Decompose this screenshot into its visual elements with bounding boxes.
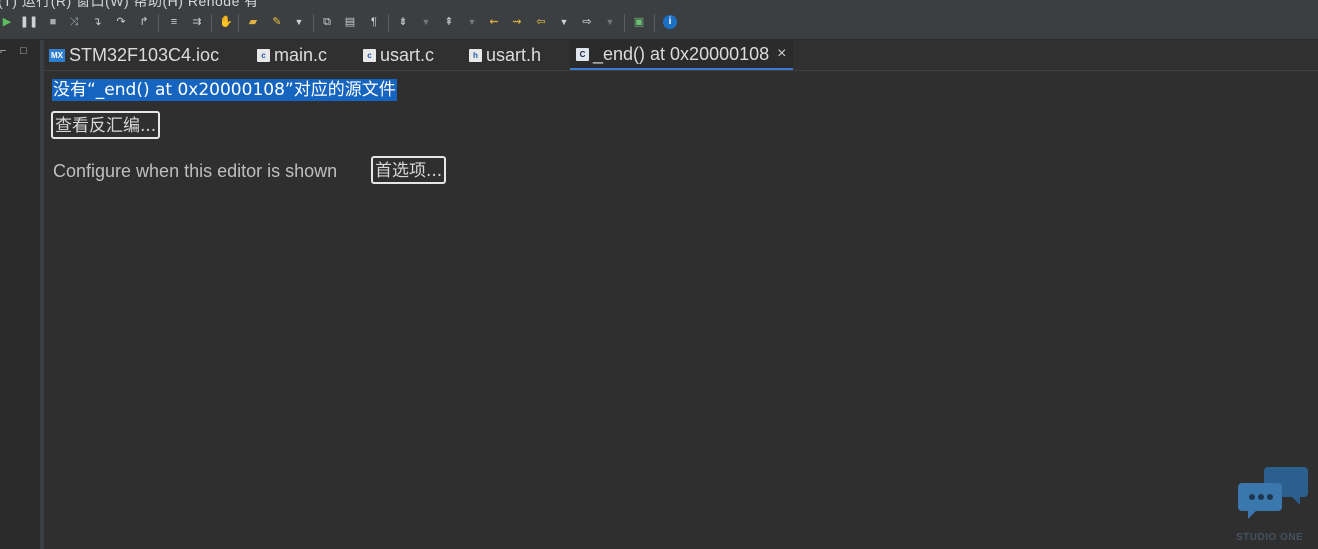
- dropdown-icon[interactable]: ▼: [603, 15, 617, 29]
- tab-stm32-ioc[interactable]: MX STM32F103C4.ioc: [49, 40, 219, 70]
- watermark-logo: STUDIO ONE: [1236, 465, 1310, 543]
- view-disassembly-button[interactable]: 查看反汇编...: [51, 111, 161, 139]
- left-gutter: ⌐ □: [0, 40, 44, 549]
- toolbar-separator: [211, 14, 212, 32]
- dropdown-icon[interactable]: ▼: [465, 15, 479, 29]
- watermark-text: STUDIO ONE: [1236, 532, 1304, 543]
- last-edit-icon[interactable]: ⇜: [487, 15, 501, 29]
- editor-area: 没有“_end() at 0x20000108”对应的源文件 查看反汇编... …: [44, 71, 1318, 549]
- disconnect-icon[interactable]: ⤨: [67, 15, 81, 29]
- tab-usart-c[interactable]: c usart.c: [363, 40, 434, 70]
- copy-icon[interactable]: ⧉: [320, 15, 334, 29]
- chat-bubble-icon: [1238, 467, 1308, 519]
- pilcrow-icon[interactable]: ¶: [367, 15, 381, 29]
- toolbar-separator: [654, 14, 655, 32]
- toolbar-separator: [238, 14, 239, 32]
- tab-label: main.c: [274, 44, 328, 65]
- forward-icon[interactable]: ⇨: [580, 15, 594, 29]
- external-tools-icon[interactable]: ▣: [632, 15, 646, 29]
- prev-annotation-icon[interactable]: ⇞: [442, 15, 456, 29]
- step-into-icon[interactable]: ↴: [90, 15, 104, 29]
- c-file-icon: c: [363, 48, 376, 62]
- next-annotation-icon[interactable]: ⇝: [510, 15, 524, 29]
- c-source-icon: C: [576, 47, 589, 61]
- hand-icon[interactable]: ✋: [219, 15, 233, 29]
- toolbar: ▶ ❚❚ ■ ⤨ ↴ ↷ ↱ ≡ ⇉ ✋ ▰ ✎ ▼ ⧉ ▤ ¶ ⇟ ▼ ⇞ ▼…: [0, 9, 1318, 40]
- open-file-icon[interactable]: ▰: [246, 15, 260, 29]
- close-icon[interactable]: ×: [777, 45, 786, 63]
- configure-text: Configure when this editor is shown: [53, 161, 338, 181]
- tab-label: usart.h: [486, 44, 542, 65]
- editor-tab-bar: MX STM32F103C4.ioc c main.c c usart.c h …: [44, 40, 1318, 71]
- step-over-icon[interactable]: ↷: [114, 15, 128, 29]
- minimize-icon[interactable]: ⌐: [0, 45, 6, 57]
- drop-to-frame-icon[interactable]: ≡: [167, 15, 181, 29]
- pencil-icon[interactable]: ✎: [270, 15, 284, 29]
- c-file-icon: c: [257, 48, 270, 62]
- preferences-button[interactable]: 首选项...: [371, 156, 447, 184]
- dropdown-icon[interactable]: ▼: [557, 15, 571, 29]
- resume-icon[interactable]: ▶: [0, 15, 14, 29]
- menu-bar-text[interactable]: (T) 运行(R) 窗口(W) 帮助(H) Renode 有: [0, 0, 259, 9]
- suspend-icon[interactable]: ❚❚: [20, 15, 38, 29]
- terminate-icon[interactable]: ■: [46, 15, 60, 29]
- toolbar-separator: [388, 14, 389, 32]
- tab-label: usart.c: [380, 44, 435, 65]
- tab-end-disassembly[interactable]: C _end() at 0x20000108 ×: [570, 40, 793, 70]
- mx-icon: MX: [49, 48, 65, 62]
- no-source-message: 没有“_end() at 0x20000108”对应的源文件: [52, 79, 397, 101]
- dropdown-icon[interactable]: ▼: [419, 15, 433, 29]
- annotation-icon[interactable]: ⇟: [396, 15, 410, 29]
- maximize-icon[interactable]: □: [20, 45, 27, 57]
- tab-label: STM32F103C4.ioc: [69, 44, 220, 65]
- toolbar-separator: [313, 14, 314, 32]
- document-icon[interactable]: ▤: [343, 15, 357, 29]
- use-step-filters-icon[interactable]: ⇉: [190, 15, 204, 29]
- h-file-icon: h: [469, 48, 482, 62]
- step-return-icon[interactable]: ↱: [137, 15, 151, 29]
- back-icon[interactable]: ⇦: [534, 15, 548, 29]
- tab-usart-h[interactable]: h usart.h: [469, 40, 541, 70]
- tab-main-c[interactable]: c main.c: [257, 40, 327, 70]
- tab-label: _end() at 0x20000108: [593, 43, 770, 64]
- toolbar-separator: [158, 14, 159, 32]
- dropdown-icon[interactable]: ▼: [292, 15, 306, 29]
- menu-bar: (T) 运行(R) 窗口(W) 帮助(H) Renode 有: [0, 0, 1318, 9]
- toolbar-separator: [624, 14, 625, 32]
- info-icon[interactable]: i: [663, 15, 677, 29]
